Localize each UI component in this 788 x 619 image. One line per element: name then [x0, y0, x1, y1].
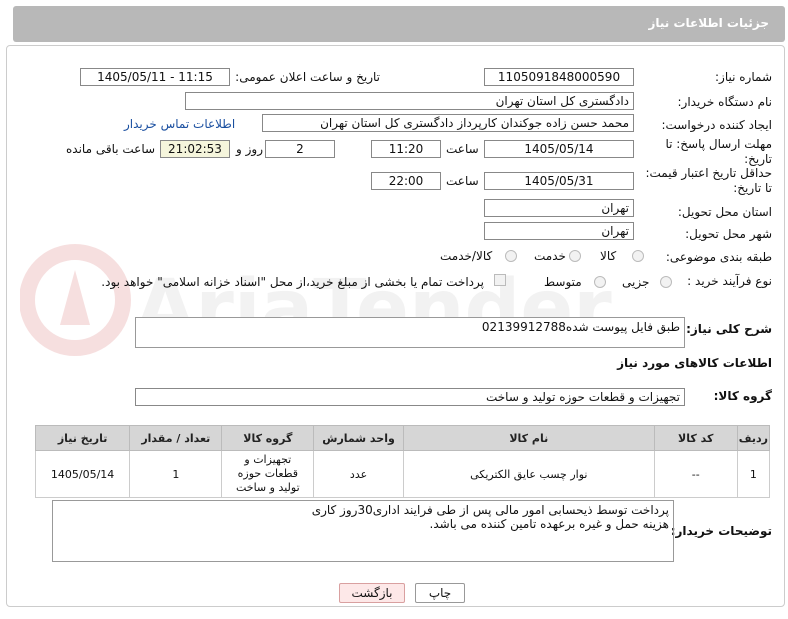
buyer-notes-textarea[interactable]: پرداخت توسط ذیحسابی امور مالی پس از طی ف… [52, 500, 674, 562]
announce-label: تاریخ و ساعت اعلان عمومی: [235, 70, 380, 84]
description-textarea[interactable]: طبق فایل پیوست شده02139912788 [135, 317, 685, 348]
description-label: شرح کلی نیاز: [686, 322, 772, 336]
print-button[interactable]: چاپ [415, 583, 465, 603]
items-table: ردیف کد کالا نام کالا واحد شمارش گروه کا… [34, 425, 771, 498]
days-word: روز و [236, 142, 263, 156]
category-goods-radio[interactable] [632, 250, 644, 262]
col-name-header: نام کالا [402, 425, 655, 451]
col-code-header: کد کالا [653, 425, 738, 451]
days-field[interactable]: 2 [265, 140, 335, 158]
category-both-label: کالا/خدمت [440, 249, 493, 263]
goods-info-title: اطلاعات کالاهای مورد نیاز [617, 356, 772, 370]
table-header-row: ردیف کد کالا نام کالا واحد شمارش گروه کا… [34, 425, 771, 451]
requester-label: ایجاد کننده درخواست: [661, 118, 772, 132]
cell-qty: 1 [129, 450, 223, 498]
page-title: جزئیات اطلاعات نیاز [648, 16, 769, 30]
price-validity-time-field[interactable]: 22:00 [371, 172, 441, 190]
announce-field[interactable]: 1405/05/11 - 11:15 [80, 68, 230, 86]
deadline-time-field[interactable]: 11:20 [371, 140, 441, 158]
remaining-time-field: 21:02:53 [160, 140, 230, 158]
treasury-payment-note: پرداخت تمام یا بخشی از مبلغ خرید،از محل … [101, 275, 484, 289]
goods-group-label: گروه کالا: [713, 389, 772, 403]
need-number-label: شماره نیاز: [715, 70, 772, 84]
requester-field[interactable]: محمد حسن زاده جوکندان کارپرداز دادگستری … [262, 114, 634, 132]
category-service-radio[interactable] [569, 250, 581, 262]
cell-name: نوار چسب عایق الکتریکی [402, 450, 655, 498]
buyer-notes-line-1: پرداخت توسط ذیحسابی امور مالی پس از طی ف… [311, 503, 669, 517]
delivery-province-field[interactable]: تهران [484, 199, 634, 217]
category-goods-label: کالا [600, 249, 617, 263]
purchase-type-label: نوع فرآیند خرید : [687, 274, 772, 288]
delivery-city-field[interactable]: تهران [484, 222, 634, 240]
category-service-label: خدمت [534, 249, 566, 263]
treasury-payment-checkbox[interactable] [494, 274, 506, 286]
cell-code: -- [653, 450, 738, 498]
price-validity-date-field[interactable]: 1405/05/31 [484, 172, 634, 190]
deadline-time-word: ساعت [446, 142, 479, 156]
watermark-logo: AriaTender.neT [20, 244, 620, 356]
col-qty-header: تعداد / مقدار [129, 425, 223, 451]
cell-unit: عدد [313, 450, 404, 498]
price-validity-label: حداقل تاریخ اعتبار قیمت: تا تاریخ: [645, 166, 772, 195]
buyer-org-field[interactable]: دادگستری کل استان تهران [185, 92, 634, 110]
col-date-header: تاریخ نیاز [34, 425, 131, 451]
category-label: طبقه بندی موضوعی: [665, 250, 772, 264]
purchase-minor-label: جزیی [622, 275, 650, 289]
cell-row: 1 [736, 450, 771, 498]
buyer-contact-link[interactable]: اطلاعات تماس خریدار [124, 117, 235, 131]
buyer-notes-line-2: هزینه حمل و غیره برعهده تامین کننده می ب… [429, 517, 669, 531]
category-both-radio[interactable] [505, 250, 517, 262]
remaining-word: ساعت باقی مانده [66, 142, 156, 156]
goods-group-field[interactable]: تجهیزات و قطعات حوزه تولید و ساخت [135, 388, 685, 406]
buyer-org-label: نام دستگاه خریدار: [677, 95, 773, 109]
header-bar: جزئیات اطلاعات نیاز [13, 6, 785, 42]
purchase-medium-label: متوسط [544, 275, 582, 289]
price-validity-time-word: ساعت [446, 174, 479, 188]
deadline-date-field[interactable]: 1405/05/14 [484, 140, 634, 158]
back-button[interactable]: بازگشت [339, 583, 405, 603]
deadline-label: مهلت ارسال پاسخ: تا تاریخ: [665, 137, 772, 166]
delivery-city-label: شهر محل تحویل: [685, 227, 772, 241]
delivery-province-label: استان محل تحویل: [677, 205, 772, 219]
cell-date: 1405/05/14 [34, 450, 131, 498]
need-number-field[interactable]: 1105091848000590 [484, 68, 634, 86]
col-group-header: گروه کالا [221, 425, 315, 451]
buyer-notes-label: توضیحات خریدار: [670, 524, 772, 538]
purchase-medium-radio[interactable] [594, 276, 606, 288]
purchase-minor-radio[interactable] [660, 276, 672, 288]
table-row: 1 -- نوار چسب عایق الکتریکی عدد تجهیزات … [34, 450, 771, 498]
col-unit-header: واحد شمارش [313, 425, 404, 451]
col-row-header: ردیف [736, 425, 771, 451]
cell-group: تجهیزات و قطعات حوزه تولید و ساخت [221, 450, 315, 498]
